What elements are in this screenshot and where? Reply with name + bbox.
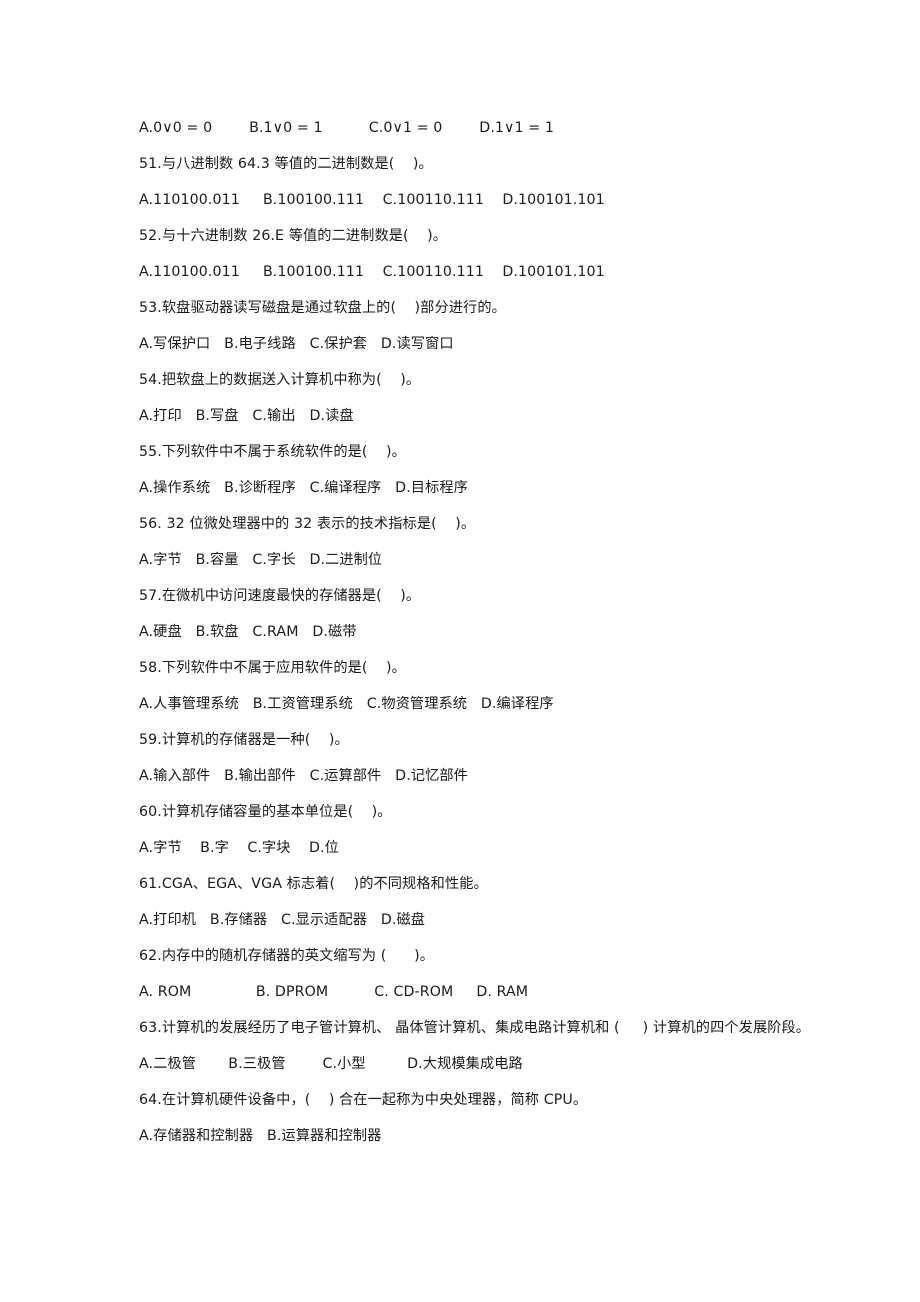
question-52: 52.与十六进制数 26.E 等值的二进制数是( )。 xyxy=(139,228,448,244)
options-q54: A.打印 B.写盘 C.输出 D.读盘 xyxy=(139,408,354,424)
question-61: 61.CGA、EGA、VGA 标志着( )的不同规格和性能。 xyxy=(139,876,488,892)
options-q56: A.字节 B.容量 C.字长 D.二进制位 xyxy=(139,552,383,568)
options-q64: A.存储器和控制器 B.运算器和控制器 xyxy=(139,1128,382,1144)
options-q50: A.0∨0 = 0 B.1∨0 = 1 C.0∨1 = 0 D.1∨1 = 1 xyxy=(139,120,554,136)
options-q62: A. ROM B. DPROM C. CD-ROM D. RAM xyxy=(139,984,529,1000)
question-60: 60.计算机存储容量的基本单位是( )。 xyxy=(139,804,392,820)
question-list: A.0∨0 = 0 B.1∨0 = 1 C.0∨1 = 0 D.1∨1 = 1 5… xyxy=(139,110,830,1154)
options-q57: A.硬盘 B.软盘 C.RAM D.磁带 xyxy=(139,624,357,640)
document-page: A.0∨0 = 0 B.1∨0 = 1 C.0∨1 = 0 D.1∨1 = 1 5… xyxy=(0,0,920,1302)
options-q61: A.打印机 B.存储器 C.显示适配器 D.磁盘 xyxy=(139,912,426,928)
question-55: 55.下列软件中不属于系统软件的是( )。 xyxy=(139,444,406,460)
question-64: 64.在计算机硬件设备中，( ) 合在一起称为中央处理器，简称 CPU。 xyxy=(139,1092,588,1108)
question-53: 53.软盘驱动器读写磁盘是通过软盘上的( )部分进行的。 xyxy=(139,300,506,316)
options-q51: A.110100.011 B.100100.111 C.100110.111 D… xyxy=(139,192,605,208)
options-q55: A.操作系统 B.诊断程序 C.编译程序 D.目标程序 xyxy=(139,480,468,496)
question-63: 63.计算机的发展经历了电子管计算机、 晶体管计算机、集成电路计算机和 ( ) … xyxy=(139,1020,811,1036)
options-q52: A.110100.011 B.100100.111 C.100110.111 D… xyxy=(139,264,605,280)
options-q58: A.人事管理系统 B.工资管理系统 C.物资管理系统 D.编译程序 xyxy=(139,696,554,712)
options-q63: A.二极管 B.三极管 C.小型 D.大规模集成电路 xyxy=(139,1056,523,1072)
question-51: 51.与八进制数 64.3 等值的二进制数是( )。 xyxy=(139,156,433,172)
options-q53: A.写保护口 B.电子线路 C.保护套 D.读写窗口 xyxy=(139,336,454,352)
question-62: 62.内存中的随机存储器的英文缩写为 ( )。 xyxy=(139,948,435,964)
question-54: 54.把软盘上的数据送入计算机中称为( )。 xyxy=(139,372,421,388)
question-58: 58.下列软件中不属于应用软件的是( )。 xyxy=(139,660,406,676)
question-56: 56. 32 位微处理器中的 32 表示的技术指标是( )。 xyxy=(139,516,476,532)
options-q60: A.字节 B.字 C.字块 D.位 xyxy=(139,840,339,856)
options-q59: A.输入部件 B.输出部件 C.运算部件 D.记忆部件 xyxy=(139,768,468,784)
question-57: 57.在微机中访问速度最快的存储器是( )。 xyxy=(139,588,421,604)
question-59: 59.计算机的存储器是一种( )。 xyxy=(139,732,349,748)
